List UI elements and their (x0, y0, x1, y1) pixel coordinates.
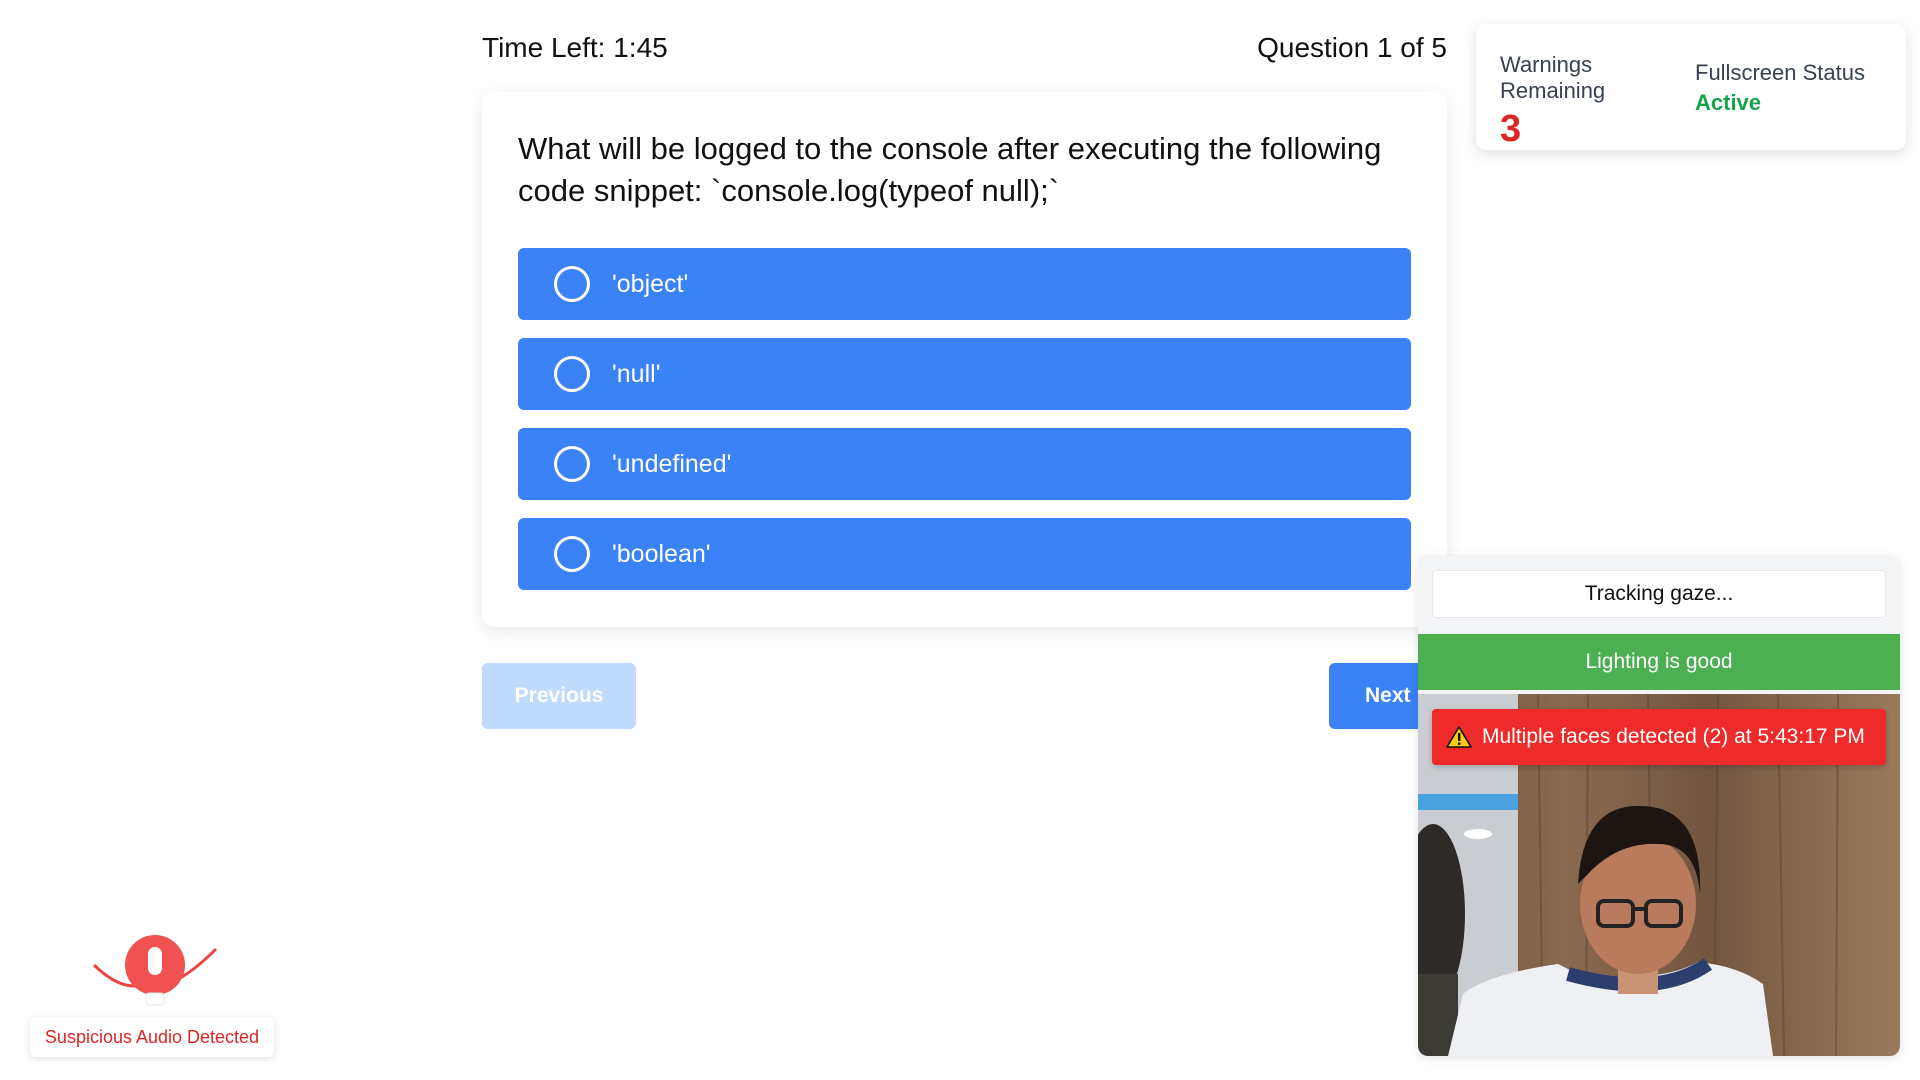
answer-option-4[interactable]: 'boolean' (518, 518, 1411, 590)
answer-option-3[interactable]: 'undefined' (518, 428, 1411, 500)
fullscreen-status-value: Active (1695, 90, 1762, 115)
answer-option-label: 'undefined' (612, 449, 732, 478)
multiple-faces-alert: Multiple faces detected (2) at 5:43:17 P… (1432, 709, 1886, 765)
time-left: Time Left: 1:45 (482, 32, 668, 63)
answer-option-label: 'boolean' (612, 539, 711, 568)
answer-option-label: 'null' (612, 359, 661, 388)
answer-option-2[interactable]: 'null' (518, 338, 1411, 410)
fullscreen-label: Fullscreen Status (1695, 60, 1865, 85)
question-card: What will be logged to the console after… (482, 92, 1447, 627)
microphone-icon (92, 935, 218, 1006)
gaze-tracking-status: Tracking gaze... (1432, 570, 1886, 618)
alert-text: Multiple faces detected (2) at 5:43:17 P… (1482, 725, 1865, 748)
fullscreen-section: Fullscreen Status Active (1687, 52, 1882, 150)
answer-option-label: 'object' (612, 269, 689, 298)
radio-circle-icon[interactable] (554, 536, 590, 572)
warning-triangle-icon (1446, 725, 1472, 749)
proctoring-status-card: Warnings Remaining 3 Fullscreen Status A… (1476, 24, 1906, 150)
question-text: What will be logged to the console after… (518, 131, 1382, 208)
radio-circle-icon[interactable] (554, 266, 590, 302)
answer-option-1[interactable]: 'object' (518, 248, 1411, 320)
suspicious-audio-indicator: Suspicious Audio Detected (30, 935, 274, 1057)
question-counter: Question 1 of 5 (1257, 32, 1447, 63)
suspicious-audio-label: Suspicious Audio Detected (30, 1017, 274, 1057)
proctoring-camera-panel: Tracking gaze... Lighting is good Multip… (1418, 556, 1900, 1056)
warnings-label: Warnings Remaining (1500, 52, 1606, 103)
radio-circle-icon[interactable] (554, 446, 590, 482)
lighting-status: Lighting is good (1418, 634, 1900, 690)
radio-circle-icon[interactable] (554, 356, 590, 392)
quiz-header: Time Left: 1:45 Question 1 of 5 (482, 28, 1447, 68)
previous-button[interactable]: Previous (482, 663, 636, 729)
warnings-count: 3 (1500, 108, 1522, 150)
warnings-section: Warnings Remaining 3 (1500, 52, 1687, 150)
